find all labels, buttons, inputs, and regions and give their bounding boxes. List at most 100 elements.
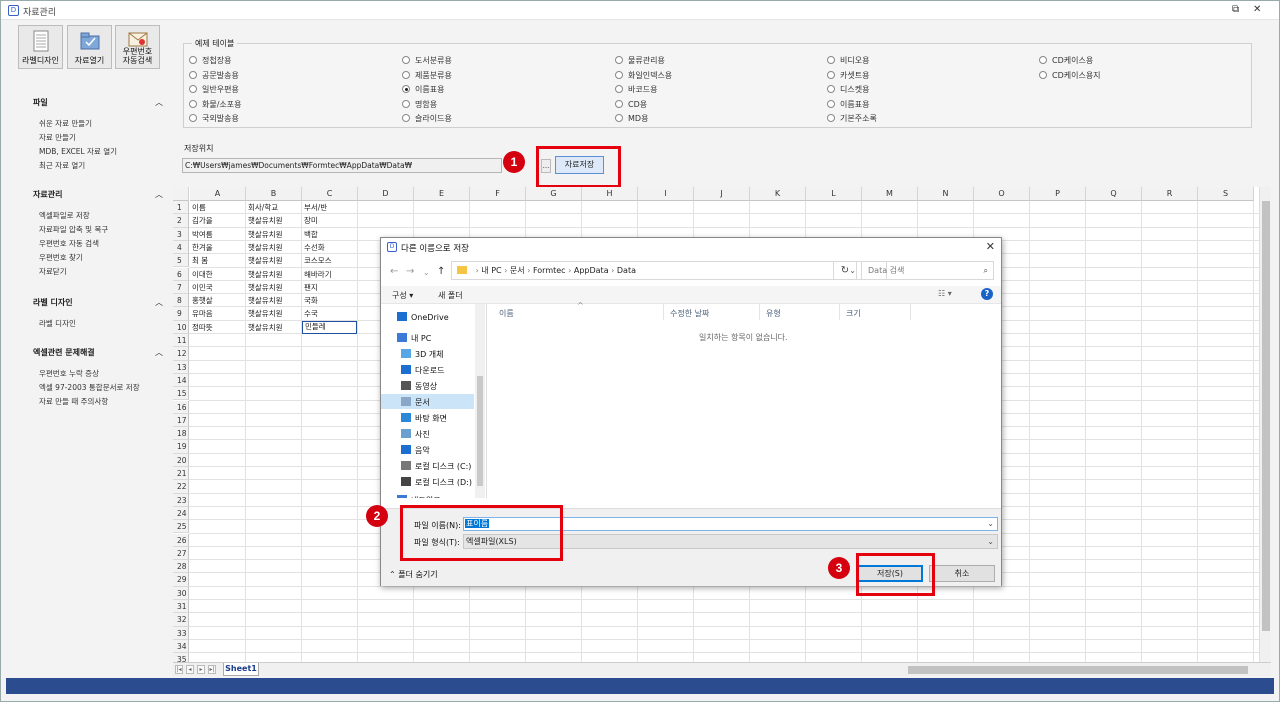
sample-table-radio[interactable]: 물류관리용 — [615, 55, 665, 66]
sheet-cell[interactable]: 백합 — [302, 228, 357, 241]
save-location-field[interactable]: C:₩Users₩james₩Documents₩Formtec₩AppData… — [182, 158, 502, 173]
sheet-cell[interactable]: 수국 — [302, 307, 357, 320]
sample-table-radio[interactable]: 화일인덱스용 — [615, 70, 672, 81]
column-header[interactable]: B — [246, 187, 302, 201]
sheet-cell[interactable]: 회사/학교 — [246, 201, 301, 214]
next-sheet-icon[interactable]: ▸ — [197, 665, 205, 674]
sheet-cell[interactable]: 한겨울 — [190, 241, 245, 254]
radio-circle-icon[interactable] — [615, 99, 623, 108]
row-header[interactable]: 8 — [173, 294, 189, 308]
select-all-corner[interactable] — [173, 187, 189, 201]
filename-input[interactable]: 표이름 ⌄ — [463, 517, 998, 531]
column-header[interactable]: G — [526, 187, 582, 201]
radio-circle-icon[interactable] — [402, 85, 410, 93]
sheet-cell[interactable]: 햇살유치원 — [246, 241, 301, 254]
breadcrumb-item[interactable]: 내 PC — [481, 266, 501, 275]
save-button[interactable]: 저장(S) — [857, 565, 923, 582]
sidebar-group-title[interactable]: 파일 ︿ — [33, 97, 163, 108]
row-header[interactable]: 32 — [173, 613, 189, 627]
sheet-cell[interactable]: 햇살유치원 — [246, 307, 301, 320]
data-save-button[interactable]: 자료저장 — [555, 156, 604, 174]
row-header[interactable]: 2 — [173, 214, 189, 228]
row-header[interactable]: 15 — [173, 387, 189, 401]
row-header[interactable]: 5 — [173, 254, 189, 268]
sheet-cell[interactable]: 햇살유치원 — [246, 321, 301, 334]
row-header[interactable]: 27 — [173, 546, 189, 561]
chevron-up-icon[interactable]: ︿ — [155, 189, 163, 200]
help-icon[interactable]: ? — [981, 288, 993, 300]
restore-icon[interactable]: ⧉ — [1232, 5, 1239, 15]
new-folder-button[interactable]: 새 폴더 — [438, 290, 463, 301]
sidebar-item[interactable]: 엑셀파일로 저장 — [39, 210, 90, 221]
sidebar-item[interactable]: 우편번호 누락 증상 — [39, 368, 99, 379]
row-header[interactable]: 6 — [173, 267, 189, 281]
sample-table-radio[interactable]: 국외발송용 — [189, 113, 239, 124]
row-header[interactable]: 24 — [173, 506, 189, 521]
sample-table-radio[interactable]: 명함용 — [402, 99, 437, 110]
sample-table-radio[interactable]: 도서분류용 — [402, 55, 452, 66]
sample-table-radio[interactable]: 바코드용 — [615, 84, 657, 95]
tree-item[interactable]: 문서 — [401, 397, 430, 408]
column-header[interactable]: J — [694, 187, 750, 201]
tree-item[interactable]: 바탕 화면 — [401, 413, 447, 424]
radio-circle-icon[interactable] — [827, 85, 835, 93]
row-header[interactable]: 18 — [173, 427, 189, 441]
sample-table-radio[interactable]: 이름표용 — [402, 84, 444, 95]
sheet-cell[interactable]: 국화 — [302, 294, 357, 307]
column-header[interactable]: K — [750, 187, 806, 201]
row-header[interactable]: 28 — [173, 560, 189, 574]
label-design-button[interactable]: 라벨디자인 — [18, 25, 63, 69]
row-header[interactable]: 26 — [173, 533, 189, 547]
row-header[interactable]: 19 — [173, 440, 189, 454]
column-header[interactable]: N — [918, 187, 974, 201]
sample-table-radio[interactable]: CD케이스용 — [1039, 55, 1093, 66]
row-header[interactable]: 25 — [173, 520, 189, 534]
column-header[interactable]: C — [302, 187, 358, 201]
sheet-cell[interactable]: 햇살유치원 — [246, 228, 301, 241]
tree-item[interactable]: 사진 — [401, 429, 430, 440]
sheet-cell[interactable]: 팬지 — [302, 281, 357, 294]
sample-table-radio[interactable]: 일반우편용 — [189, 84, 239, 95]
sidebar-item[interactable]: 자료 만들 때 주의사항 — [39, 396, 108, 407]
sidebar-item[interactable]: 우편번호 찾기 — [39, 252, 83, 263]
row-header[interactable]: 30 — [173, 586, 189, 600]
breadcrumb-item[interactable]: AppData — [574, 266, 609, 275]
radio-circle-icon[interactable] — [189, 56, 197, 64]
tree-scrollbar[interactable] — [475, 304, 485, 498]
radio-circle-icon[interactable] — [615, 85, 623, 93]
column-header-type[interactable]: 유형 — [766, 308, 781, 319]
sheet-cell[interactable]: 이대한 — [190, 268, 245, 281]
tree-item[interactable]: 로컬 디스크 (D:) — [401, 477, 472, 488]
row-header[interactable]: 7 — [173, 280, 189, 295]
sidebar-item[interactable]: 최근 자료 열기 — [39, 160, 85, 171]
address-bar[interactable]: › 내 PC › 문서 › Formtec › AppData › Data ⌄ — [451, 261, 887, 280]
close-icon[interactable]: ✕ — [986, 240, 995, 253]
sheet-cell[interactable]: 햇살유치원 — [246, 268, 301, 281]
sidebar-group-title[interactable]: 엑셀관련 문제해결 ︿ — [33, 347, 163, 358]
chevron-right-icon[interactable]: › — [525, 266, 533, 275]
chevron-down-icon[interactable]: ⌄ — [987, 535, 994, 548]
radio-circle-icon[interactable] — [827, 114, 835, 122]
radio-circle-icon[interactable] — [1039, 70, 1047, 79]
row-header[interactable]: 14 — [173, 373, 189, 388]
breadcrumb[interactable]: › 내 PC › 문서 › Formtec › AppData › Data — [473, 266, 636, 275]
sheet-cell[interactable]: 장미 — [302, 214, 357, 227]
sheet-cell[interactable]: 홍햇살 — [190, 294, 245, 307]
sheet-cell[interactable]: 이민국 — [190, 281, 245, 294]
sheet-cell[interactable]: 김가을 — [190, 214, 245, 227]
row-header[interactable]: 34 — [173, 639, 189, 654]
scroll-thumb[interactable] — [1262, 201, 1270, 631]
filetype-select[interactable]: 엑셀파일(XLS) ⌄ — [463, 534, 998, 549]
zipcode-search-button[interactable]: 우편번호 자동검색 — [115, 25, 160, 69]
column-header-name[interactable]: 이름 — [499, 308, 514, 319]
sample-table-radio[interactable]: 이름표용 — [827, 99, 869, 110]
sample-table-radio[interactable]: CD케이스용지 — [1039, 70, 1101, 81]
sheet-cell[interactable]: 햇살유치원 — [246, 281, 301, 294]
sheet-cell[interactable]: 유마음 — [190, 307, 245, 320]
first-sheet-icon[interactable]: |◂ — [175, 665, 183, 674]
column-header[interactable]: O — [974, 187, 1030, 201]
row-header[interactable]: 33 — [173, 626, 189, 640]
column-header[interactable]: A — [190, 187, 246, 201]
radio-circle-icon[interactable] — [402, 56, 410, 64]
radio-circle-icon[interactable] — [615, 56, 623, 64]
